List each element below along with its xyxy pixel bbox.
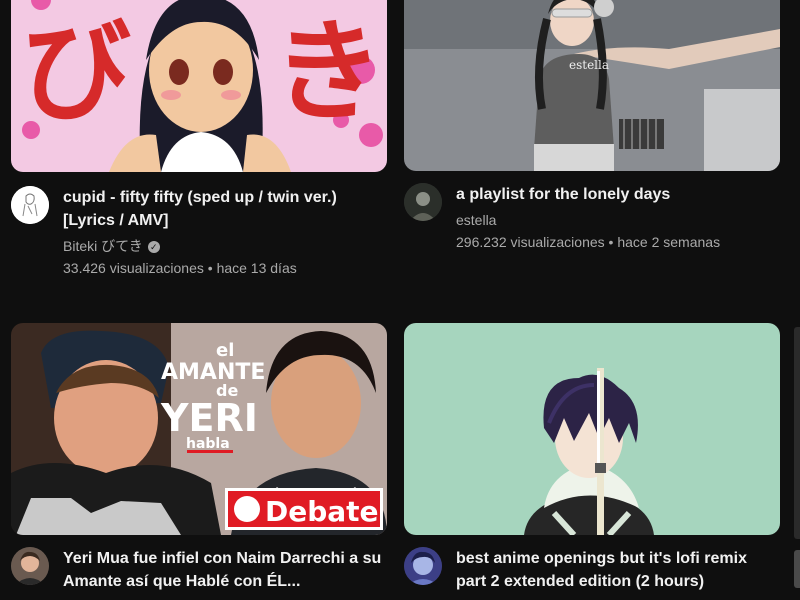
video-title[interactable]: best anime openings but it's lofi remix … — [456, 547, 776, 593]
anime-character-thumbnail-image — [404, 323, 780, 535]
channel-avatar[interactable] — [11, 547, 49, 585]
view-count: 296.232 visualizaciones — [456, 234, 605, 250]
debate-thumbnail-image: el AMANTE de YERI habla Debate — [11, 323, 387, 535]
thumb-text-amante: AMANTE — [161, 360, 265, 385]
channel-name[interactable]: estella — [456, 212, 496, 228]
video-thumbnail[interactable]: estella — [404, 0, 780, 171]
video-thumbnail[interactable] — [404, 323, 780, 535]
thumb-watermark: estella — [569, 58, 609, 72]
anime-girl-thumbnail-image: び き — [11, 0, 387, 172]
verified-check-icon: ✓ — [147, 241, 160, 254]
video-stats: 33.426 visualizaciones hace 13 días — [63, 258, 297, 278]
thumb-text-yeri: YERI — [160, 396, 258, 440]
next-column-thumbnail-edge[interactable] — [794, 327, 800, 539]
video-title[interactable]: cupid - fifty fifty (sped up / twin ver.… — [63, 186, 383, 232]
view-count: 33.426 visualizaciones — [63, 260, 204, 276]
video-title[interactable]: Yeri Mua fue infiel con Naim Darrechi a … — [63, 547, 383, 593]
thumb-text-habla: habla — [186, 436, 230, 452]
channel-name-row[interactable]: estella — [456, 210, 496, 230]
thumb-text-right: き — [273, 8, 383, 136]
upload-age: hace 2 semanas — [617, 234, 721, 250]
anime-avatar-icon — [404, 547, 442, 585]
thumb-badge-debate: Debate — [265, 495, 379, 528]
channel-name[interactable]: Biteki びてき — [63, 238, 143, 254]
girl-photo-thumbnail-image: estella — [404, 0, 780, 171]
channel-avatar[interactable] — [11, 186, 49, 224]
channel-avatar[interactable] — [404, 183, 442, 221]
channel-name-row[interactable]: Biteki びてき ✓ — [63, 236, 160, 256]
thumb-text-el: el — [216, 340, 234, 361]
person-avatar-icon — [11, 547, 49, 585]
separator-dot — [605, 234, 618, 250]
thumb-text-left: び — [21, 8, 131, 136]
next-column-avatar-edge[interactable] — [794, 550, 800, 588]
video-stats: 296.232 visualizaciones hace 2 semanas — [456, 232, 720, 252]
anime-sketch-avatar-icon — [11, 186, 49, 224]
video-thumbnail[interactable]: el AMANTE de YERI habla Debate — [11, 323, 387, 535]
separator-dot — [204, 260, 217, 276]
upload-age: hace 13 días — [216, 260, 297, 276]
photo-avatar-icon — [404, 183, 442, 221]
channel-avatar[interactable] — [404, 547, 442, 585]
video-title[interactable]: a playlist for the lonely days — [456, 183, 776, 206]
video-thumbnail[interactable]: び き — [11, 0, 387, 172]
